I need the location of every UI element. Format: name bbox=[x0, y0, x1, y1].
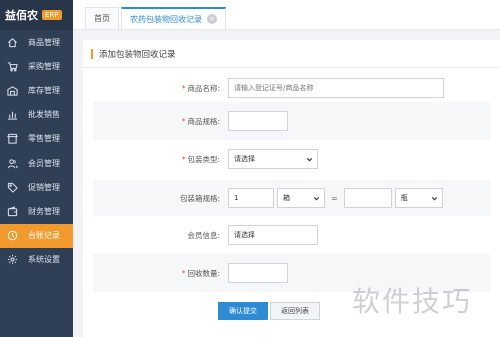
sidebar-item-label: 会员管理 bbox=[28, 158, 60, 168]
required-marker: * bbox=[181, 116, 186, 126]
sidebar-item-label: 零售管理 bbox=[28, 134, 60, 144]
chart-icon bbox=[7, 109, 18, 120]
shop-icon bbox=[7, 133, 18, 144]
sidebar-item-label: 财务管理 bbox=[28, 206, 60, 216]
wallet-icon bbox=[7, 206, 18, 217]
sidebar-item-label: 采购管理 bbox=[28, 61, 60, 71]
member-select[interactable]: 请选择 bbox=[228, 225, 318, 245]
chevron-down-icon bbox=[313, 196, 320, 200]
sidebar-item-products[interactable]: 商品管理 bbox=[0, 30, 73, 54]
field-label: 包装箱规格: bbox=[179, 193, 220, 203]
package-type-select[interactable]: 请选择 bbox=[228, 149, 318, 169]
sidebar-item-members[interactable]: 会员管理 bbox=[0, 151, 73, 175]
field-label: * 商品名称: bbox=[181, 83, 220, 93]
form-row-package-type: * 包装类型: 请选择 bbox=[93, 144, 490, 174]
tag-icon bbox=[7, 182, 18, 193]
gear-icon bbox=[7, 254, 18, 265]
sidebar-item-retail[interactable]: 零售管理 bbox=[0, 127, 73, 151]
sidebar-item-label: 系统设置 bbox=[28, 255, 60, 265]
close-icon[interactable]: × bbox=[207, 14, 217, 24]
field-label: * 包装类型: bbox=[181, 154, 220, 164]
product-name-input[interactable] bbox=[228, 78, 444, 98]
pack-qty-input[interactable] bbox=[228, 188, 274, 208]
brand-badge: ERP bbox=[42, 10, 62, 20]
equals-sign: = bbox=[331, 193, 338, 203]
field-label: * 回收数量: bbox=[181, 268, 220, 278]
required-marker: * bbox=[181, 83, 186, 93]
sidebar: 益佰农 ERP 商品管理 采购管理 库存管理 批发销售 零售管理 会员管理 促销… bbox=[0, 0, 73, 337]
page-title: 添加包装物回收记录 bbox=[99, 49, 176, 60]
form-row-member: 会员信息: 请选择 bbox=[93, 220, 490, 250]
form-row-product-name: * 商品名称: bbox=[93, 74, 490, 102]
chevron-down-icon bbox=[431, 196, 437, 200]
sidebar-item-finance[interactable]: 财务管理 bbox=[0, 199, 73, 223]
sidebar-item-label: 台账记录 bbox=[28, 231, 60, 241]
sidebar-item-purchase[interactable]: 采购管理 bbox=[0, 54, 73, 78]
select-value: 箱 bbox=[283, 194, 290, 202]
brand-logo[interactable]: 益佰农 ERP bbox=[0, 0, 73, 30]
tab-bar: 首页 农药包装物回收记录 × bbox=[73, 0, 500, 30]
sidebar-item-settings[interactable]: 系统设置 bbox=[0, 248, 73, 272]
form-row-pack-spec: 包装箱规格: 箱 = 瓶 bbox=[93, 180, 490, 216]
clock-icon bbox=[7, 230, 18, 241]
panel-header: 添加包装物回收记录 bbox=[83, 40, 500, 68]
form-row-spec: * 商品规格: bbox=[93, 102, 490, 140]
sidebar-item-label: 库存管理 bbox=[28, 85, 60, 95]
home-icon bbox=[7, 37, 18, 48]
tab-label: 首页 bbox=[94, 14, 110, 23]
brand-name: 益佰农 bbox=[5, 9, 38, 22]
warehouse-icon bbox=[7, 85, 18, 96]
users-icon bbox=[7, 158, 18, 169]
back-to-list-button[interactable]: 返回列表 bbox=[270, 302, 320, 320]
submit-button[interactable]: 确认提交 bbox=[218, 302, 268, 320]
sidebar-item-label: 商品管理 bbox=[28, 37, 60, 47]
sidebar-menu: 商品管理 采购管理 库存管理 批发销售 零售管理 会员管理 促销管理 财务管理 bbox=[0, 30, 73, 272]
pack-count-input[interactable] bbox=[343, 188, 392, 208]
tab-label: 农药包装物回收记录 bbox=[130, 14, 202, 24]
sidebar-item-label: 批发销售 bbox=[28, 110, 60, 120]
pack-unit-select[interactable]: 箱 bbox=[277, 188, 325, 208]
field-label: 会员信息: bbox=[187, 230, 220, 240]
spec-input[interactable] bbox=[228, 111, 288, 131]
form-actions: 确认提交 返回列表 bbox=[218, 302, 320, 320]
sidebar-item-promotions[interactable]: 促销管理 bbox=[0, 175, 73, 199]
watermark-text: 软件技巧 bbox=[352, 285, 473, 318]
required-marker: * bbox=[181, 154, 186, 164]
sidebar-item-label: 促销管理 bbox=[28, 182, 60, 192]
cart-icon bbox=[7, 61, 18, 72]
field-label: * 商品规格: bbox=[181, 116, 220, 126]
select-value: 请选择 bbox=[234, 155, 255, 163]
item-unit-select[interactable]: 瓶 bbox=[394, 188, 443, 208]
sidebar-item-ledger[interactable]: 台账记录 bbox=[0, 223, 73, 248]
chevron-down-icon bbox=[306, 157, 313, 161]
tab-home[interactable]: 首页 bbox=[85, 7, 119, 29]
sidebar-item-inventory[interactable]: 库存管理 bbox=[0, 78, 73, 102]
recycle-qty-input[interactable] bbox=[228, 263, 288, 283]
select-value: 请选择 bbox=[234, 231, 255, 239]
title-accent-bar bbox=[91, 48, 93, 59]
select-value: 瓶 bbox=[400, 194, 408, 202]
tab-recycle-records[interactable]: 农药包装物回收记录 × bbox=[121, 7, 226, 29]
required-marker: * bbox=[181, 268, 186, 278]
sidebar-item-wholesale[interactable]: 批发销售 bbox=[0, 103, 73, 127]
